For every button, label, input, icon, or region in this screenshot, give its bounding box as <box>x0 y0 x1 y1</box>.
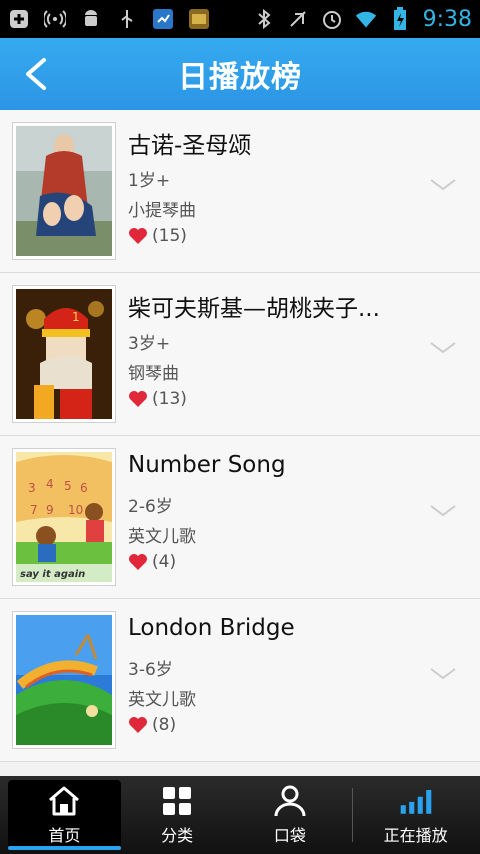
list-item[interactable]: 古诺-圣母颂 1岁+ 小提琴曲 (15) <box>0 110 480 273</box>
app-header: 日播放榜 <box>0 38 480 110</box>
svg-text:1: 1 <box>72 310 80 324</box>
song-title: Number Song <box>128 452 286 478</box>
nav-divider <box>352 788 354 842</box>
age-range: 3-6岁 <box>128 660 173 680</box>
song-thumbnail <box>12 122 116 260</box>
svg-text:10: 10 <box>68 503 83 517</box>
song-title: 古诺-圣母颂 <box>128 133 252 159</box>
list-item[interactable]: London Bridge 3-6岁 英文儿歌 (8) <box>0 599 480 762</box>
heart-icon <box>129 554 147 570</box>
list-item[interactable]: 1 柴可夫斯基—胡桃夹子... 3岁+ 钢琴曲 (13) <box>0 273 480 436</box>
status-bar: 9:38 <box>0 0 480 38</box>
clock: 9:38 <box>422 6 472 32</box>
chevron-down-icon[interactable] <box>428 333 458 363</box>
nav-now-playing[interactable]: 正在播放 <box>359 780 472 850</box>
battery-icon <box>389 7 411 30</box>
song-genre: 小提琴曲 <box>128 201 196 221</box>
story-app-icon <box>188 8 210 30</box>
heart-icon <box>129 228 147 244</box>
chevron-down-icon[interactable] <box>428 170 458 200</box>
wifi-icon <box>355 8 377 30</box>
song-list: 古诺-圣母颂 1岁+ 小提琴曲 (15) 1 柴可夫斯基—胡桃夹子... 3岁+… <box>0 110 480 776</box>
equalizer-icon <box>400 789 431 814</box>
grid-icon <box>163 787 192 815</box>
page-title: 日播放榜 <box>178 60 302 95</box>
song-genre: 英文儿歌 <box>128 527 196 547</box>
nav-now-playing-label: 正在播放 <box>383 826 448 845</box>
svg-text:9: 9 <box>46 503 54 517</box>
wireless-icon <box>44 8 66 30</box>
chevron-down-icon[interactable] <box>428 659 458 689</box>
like-count: (15) <box>152 226 187 246</box>
svg-text:5: 5 <box>64 479 72 493</box>
song-title: 柴可夫斯基—胡桃夹子... <box>128 296 380 322</box>
thumbnail-caption: say it again <box>20 569 85 580</box>
likes: (8) <box>128 715 176 735</box>
song-thumbnail <box>12 611 116 749</box>
bottom-nav: 首页 分类 口袋 正在播放 <box>0 776 480 854</box>
chevron-down-icon[interactable] <box>428 496 458 526</box>
song-title: London Bridge <box>128 615 295 641</box>
likes: (15) <box>128 226 187 246</box>
age-range: 3岁+ <box>128 334 171 354</box>
plus-icon <box>8 8 30 30</box>
heart-icon <box>129 717 147 733</box>
song-thumbnail: 3 4 5 6 7 9 10 say it again <box>12 448 116 586</box>
sync-icon <box>152 8 174 30</box>
nav-pocket[interactable]: 口袋 <box>234 780 347 850</box>
usb-icon <box>116 8 138 30</box>
alarm-icon <box>321 8 343 30</box>
likes: (13) <box>128 389 187 409</box>
nav-home[interactable]: 首页 <box>8 780 121 850</box>
age-range: 2-6岁 <box>128 497 173 517</box>
nav-category-label: 分类 <box>161 826 194 845</box>
android-icon <box>80 8 102 30</box>
home-icon <box>49 786 80 816</box>
like-count: (8) <box>152 715 177 735</box>
mute-icon <box>287 8 309 30</box>
heart-icon <box>129 391 147 407</box>
bluetooth-icon <box>253 8 275 30</box>
age-range: 1岁+ <box>128 171 171 191</box>
like-count: (13) <box>152 389 187 409</box>
svg-text:4: 4 <box>46 477 54 491</box>
nav-home-label: 首页 <box>48 826 81 845</box>
nav-category[interactable]: 分类 <box>121 780 234 850</box>
song-genre: 英文儿歌 <box>128 690 196 710</box>
svg-text:3: 3 <box>28 481 36 495</box>
song-thumbnail: 1 <box>12 285 116 423</box>
list-item[interactable]: 3 4 5 6 7 9 10 say it again Number Song … <box>0 436 480 599</box>
svg-text:6: 6 <box>80 481 88 495</box>
user-icon <box>274 785 306 817</box>
song-genre: 钢琴曲 <box>128 364 179 384</box>
likes: (4) <box>128 552 176 572</box>
back-button[interactable] <box>14 52 58 96</box>
like-count: (4) <box>152 552 177 572</box>
svg-text:7: 7 <box>30 503 38 517</box>
back-arrow-icon <box>26 58 46 90</box>
nav-pocket-label: 口袋 <box>273 826 306 845</box>
